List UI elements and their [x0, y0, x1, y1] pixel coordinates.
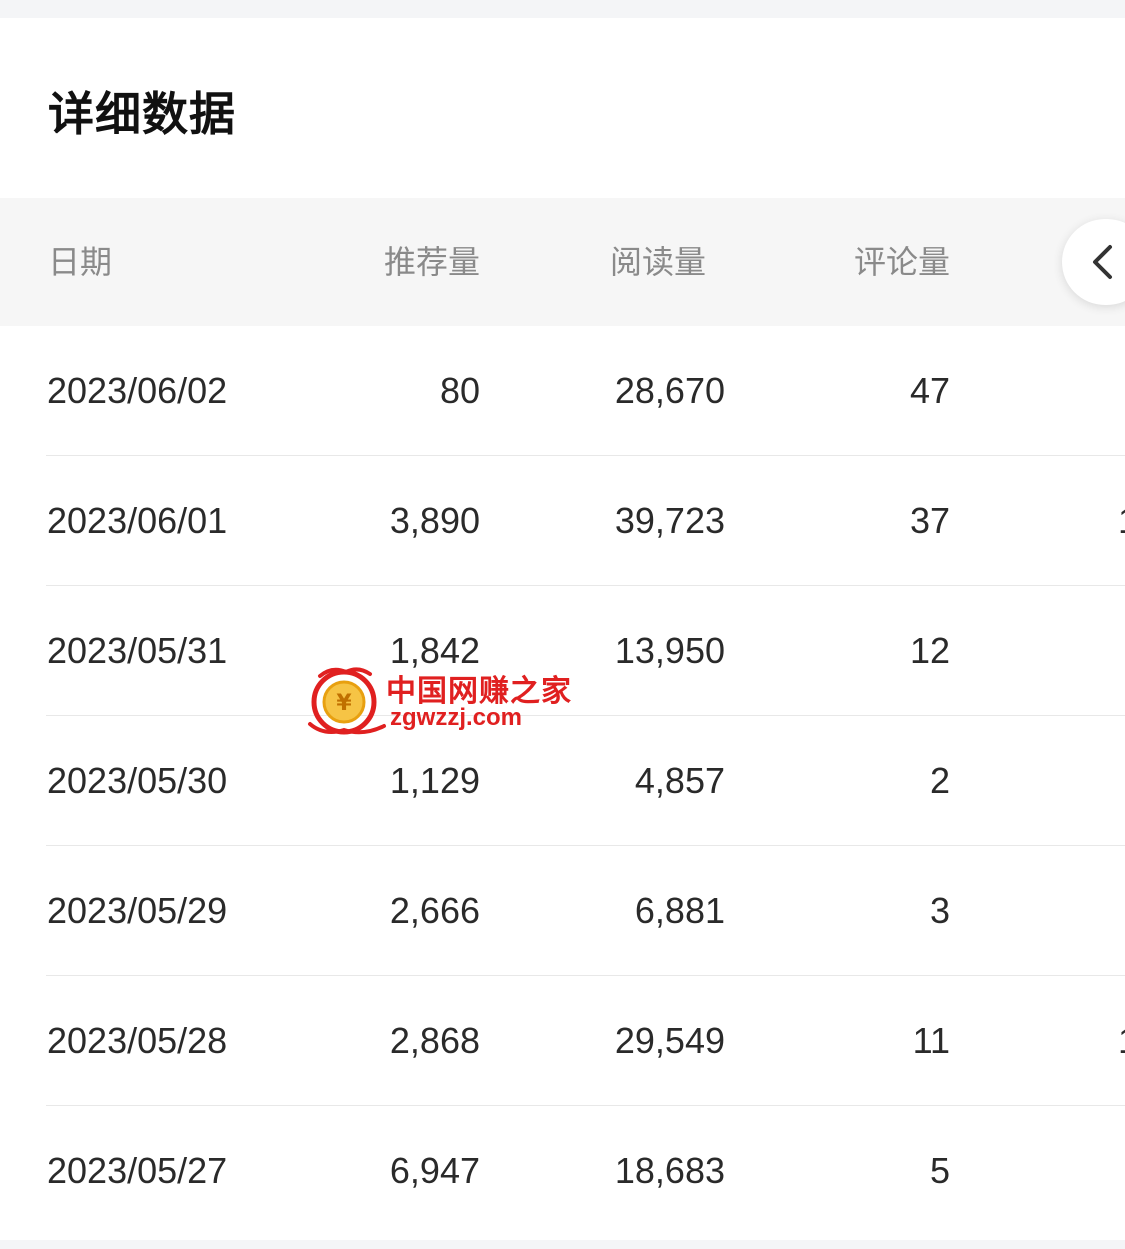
table-row[interactable]: 2023/05/31 1,842 13,950 12 [0, 586, 1125, 716]
cell-read: 29,549 [614, 1020, 725, 1061]
cell-date: 2023/06/02 [47, 370, 228, 411]
cell-read: 6,881 [634, 890, 725, 931]
column-header-read[interactable]: 阅读量 [540, 198, 706, 326]
table-row[interactable]: 2023/06/01 3,890 39,723 37 1 [0, 456, 1125, 586]
table-row[interactable]: 2023/05/30 1,129 4,857 2 [0, 716, 1125, 846]
cell-recommend: 1,842 [389, 630, 480, 671]
cell-date: 2023/05/27 [47, 1150, 228, 1191]
cell-recommend: 6,947 [389, 1150, 480, 1191]
table-body: 2023/06/02 80 28,670 47 2023/06/01 3,890 39,72… [0, 326, 1125, 1236]
table-row[interactable]: 2023/05/27 6,947 18,683 5 [0, 1106, 1125, 1236]
cell-recommend: 1,129 [389, 760, 480, 801]
cell-read: 28,670 [614, 370, 725, 411]
cell-comment: 37 [909, 500, 950, 541]
table-row[interactable]: 2023/05/282,86829,549111 [0, 976, 1125, 1106]
cell-read: 39,723 [614, 500, 725, 541]
column-header-recommend[interactable]: 推荐量 [300, 198, 480, 326]
cell-date: 2023/05/30 [47, 760, 228, 801]
cell-recommend: 80 [439, 370, 480, 411]
cell-like: 1 [1118, 456, 1125, 586]
cell-read: 18,683 [614, 1150, 725, 1191]
cell-date: 2023/05/28 [47, 1020, 228, 1061]
table-header: 日期 推荐量 阅读量 评论量 点赞 [0, 198, 1125, 326]
cell-comment: 47 [909, 370, 950, 411]
table-row[interactable]: 2023/05/29 2,666 6,881 3 [0, 846, 1125, 976]
detail-data-card: 详细数据 日期 推荐量 阅读量 评论量 点赞 2023/06/02 80 28,67… [0, 18, 1125, 1240]
cell-comment: 5 [929, 1150, 950, 1191]
section-title: 详细数据 [48, 88, 236, 140]
cell-recommend: 2,666 [389, 890, 480, 931]
cell-read: 13,950 [614, 630, 725, 671]
cell-like [1118, 1106, 1125, 1236]
cell-read: 4,857 [634, 760, 725, 801]
table-row[interactable]: 2023/06/02 80 28,670 47 [0, 326, 1125, 456]
cell-comment: 2 [929, 760, 950, 801]
cell-like [1118, 716, 1125, 846]
cell-comment: 12 [909, 630, 950, 671]
cell-like [1118, 846, 1125, 976]
cell-like [1118, 326, 1125, 456]
cell-like: 1 [1118, 976, 1125, 1106]
cell-recommend: 2,868 [389, 1020, 480, 1061]
cell-like [1118, 586, 1125, 716]
cell-comment: 3 [929, 890, 950, 931]
column-header-comment[interactable]: 评论量 [770, 198, 950, 326]
cell-date: 2023/05/29 [47, 890, 228, 931]
chevron-left-icon [1093, 245, 1112, 279]
cell-comment: 11 [912, 1020, 950, 1061]
column-header-date[interactable]: 日期 [48, 198, 112, 326]
cell-date: 2023/05/31 [47, 630, 228, 671]
cell-recommend: 3,890 [389, 500, 480, 541]
cell-date: 2023/06/01 [47, 500, 228, 541]
